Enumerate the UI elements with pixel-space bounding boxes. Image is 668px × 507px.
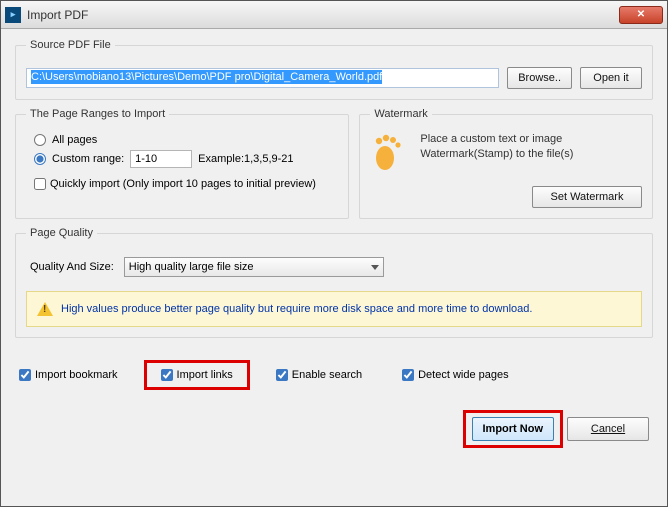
quality-info-box: High values produce better page quality …	[26, 291, 642, 327]
all-pages-label: All pages	[52, 134, 97, 146]
import-links-label: Import links	[177, 369, 233, 381]
import-bookmark-label: Import bookmark	[35, 369, 118, 381]
quick-import-checkbox[interactable]	[34, 178, 46, 190]
source-legend: Source PDF File	[26, 39, 115, 51]
quick-import-label: Quickly import (Only import 10 pages to …	[50, 178, 316, 190]
mid-row: The Page Ranges to Import All pages Cust…	[15, 108, 653, 219]
watermark-legend: Watermark	[370, 108, 431, 120]
watermark-body: Place a custom text or image Watermark(S…	[370, 132, 642, 172]
quality-legend: Page Quality	[26, 227, 97, 239]
cancel-button[interactable]: Cancel	[567, 417, 649, 441]
custom-range-row: Custom range: Example:1,3,5,9-21	[34, 150, 338, 168]
source-row: C:\Users\mobiano13\Pictures\Demo\PDF pro…	[26, 67, 642, 89]
custom-range-radio[interactable]	[34, 153, 46, 165]
chevron-down-icon	[371, 265, 379, 270]
dialog-content: Source PDF File C:\Users\mobiano13\Pictu…	[1, 29, 667, 506]
detect-wide-item: Detect wide pages	[402, 369, 509, 381]
quality-label: Quality And Size:	[30, 261, 114, 273]
quality-select[interactable]: High quality large file size	[124, 257, 384, 277]
import-bookmark-checkbox[interactable]	[19, 369, 31, 381]
close-button[interactable]: ✕	[619, 6, 663, 24]
detect-wide-checkbox[interactable]	[402, 369, 414, 381]
footer-row: Import Now Cancel	[15, 414, 653, 444]
enable-search-item: Enable search	[276, 369, 362, 381]
source-path-value: C:\Users\mobiano13\Pictures\Demo\PDF pro…	[31, 70, 382, 84]
import-links-checkbox[interactable]	[161, 369, 173, 381]
detect-wide-label: Detect wide pages	[418, 369, 509, 381]
import-now-highlight: Import Now	[463, 410, 564, 448]
page-quality-group: Page Quality Quality And Size: High qual…	[15, 227, 653, 338]
warning-icon	[37, 302, 53, 316]
import-bookmark-item: Import bookmark	[19, 369, 118, 381]
watermark-group: Watermark Place a custom text or image W…	[359, 108, 653, 219]
titlebar: ▸ Import PDF ✕	[1, 1, 667, 29]
source-group: Source PDF File C:\Users\mobiano13\Pictu…	[15, 39, 653, 100]
page-ranges-group: The Page Ranges to Import All pages Cust…	[15, 108, 349, 219]
range-example-label: Example:1,3,5,9-21	[198, 153, 293, 165]
enable-search-checkbox[interactable]	[276, 369, 288, 381]
set-watermark-button[interactable]: Set Watermark	[532, 186, 642, 208]
quality-info-text: High values produce better page quality …	[61, 303, 532, 315]
import-links-item: Import links	[144, 360, 250, 390]
browse-button[interactable]: Browse..	[507, 67, 572, 89]
source-path-input[interactable]: C:\Users\mobiano13\Pictures\Demo\PDF pro…	[26, 68, 499, 88]
all-pages-row: All pages	[34, 134, 338, 146]
watermark-text: Place a custom text or image Watermark(S…	[420, 132, 642, 162]
close-icon: ✕	[637, 9, 645, 20]
watermark-footprint-icon	[370, 132, 410, 172]
all-pages-radio[interactable]	[34, 134, 46, 146]
window-title: Import PDF	[27, 8, 619, 22]
app-icon: ▸	[5, 7, 21, 23]
import-now-button[interactable]: Import Now	[472, 417, 555, 441]
custom-range-input[interactable]	[130, 150, 192, 168]
enable-search-label: Enable search	[292, 369, 362, 381]
quick-import-row: Quickly import (Only import 10 pages to …	[34, 178, 338, 190]
watermark-btn-row: Set Watermark	[370, 186, 642, 208]
quality-row: Quality And Size: High quality large fil…	[30, 257, 642, 277]
custom-range-label: Custom range:	[52, 153, 124, 165]
open-it-button[interactable]: Open it	[580, 67, 642, 89]
dialog-window: ▸ Import PDF ✕ Source PDF File C:\Users\…	[0, 0, 668, 507]
options-row: Import bookmark Import links Enable sear…	[19, 366, 649, 384]
ranges-legend: The Page Ranges to Import	[26, 108, 169, 120]
quality-selected-value: High quality large file size	[129, 261, 254, 273]
